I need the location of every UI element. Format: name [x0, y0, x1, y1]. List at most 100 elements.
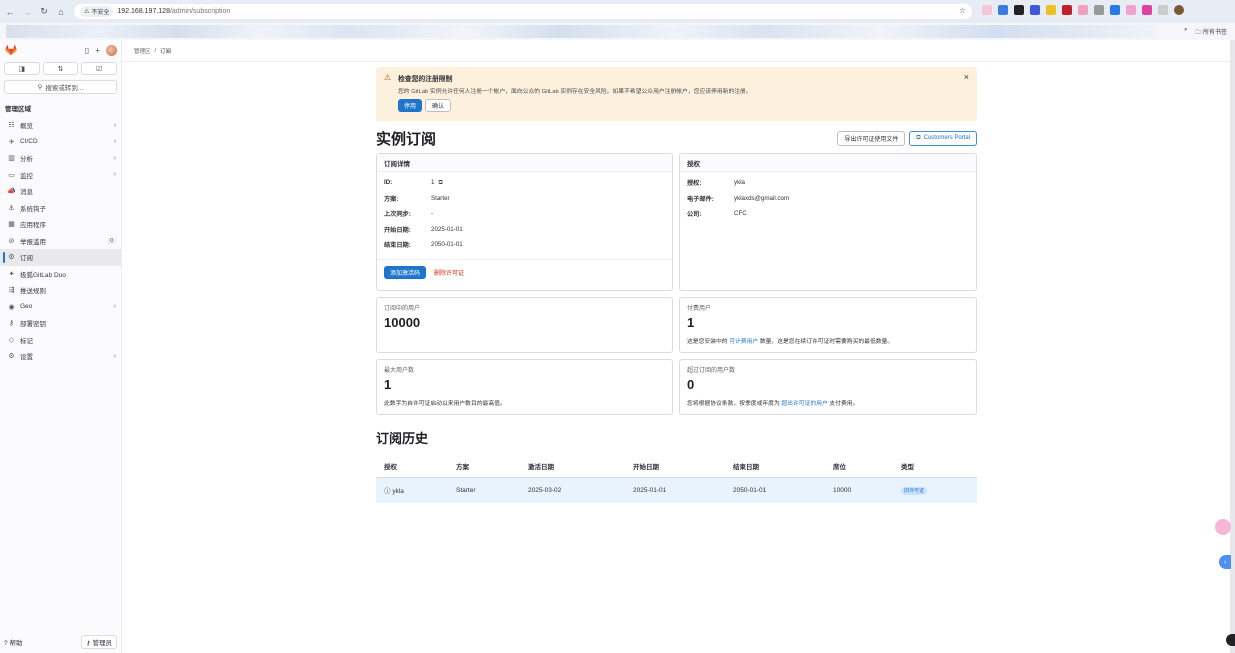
- help-button[interactable]: ? 帮助: [4, 637, 22, 647]
- create-new-icon[interactable]: +: [95, 46, 100, 55]
- sidebar-item[interactable]: ⚙ 订阅: [0, 249, 121, 266]
- extension-icon[interactable]: [982, 5, 992, 15]
- sidebar-item[interactable]: ⚓ 系统钩子: [0, 200, 121, 217]
- registration-alert: ⚠ 检查您的注册限制 您的 GitLab 实例允许任何人注册一个帐户，面向公众的…: [376, 67, 977, 121]
- home-icon[interactable]: ⌂: [54, 5, 68, 19]
- extension-icon[interactable]: [1078, 5, 1088, 15]
- sidebar-item-label: 标记: [20, 337, 33, 345]
- sidebar-item[interactable]: ▦ 应用程序: [0, 216, 121, 233]
- sidebar-item[interactable]: ⚙ 设置 ›: [0, 348, 121, 365]
- extension-icon[interactable]: [1094, 5, 1104, 15]
- floating-translate-icon[interactable]: [1215, 519, 1231, 535]
- forward-icon[interactable]: →: [20, 5, 34, 19]
- bookmark-star-icon[interactable]: ☆: [959, 6, 966, 15]
- abuse-icon: ⊘: [8, 237, 15, 245]
- sidebar-section-title: 管理区域: [5, 106, 31, 113]
- issues-button[interactable]: ◨: [4, 62, 40, 75]
- sidebar-item[interactable]: ⊘ 举报滥用 0: [0, 233, 121, 250]
- admin-button[interactable]: ⚷ 管理员: [80, 635, 117, 649]
- remove-license-button[interactable]: 删除许可证: [434, 268, 464, 277]
- detail-key: 公司:: [687, 211, 702, 219]
- browser-toolbar: ← → ↻ ⌂ ⚠ 不安全 192.168.197.128/admin/subsc…: [0, 0, 1235, 23]
- collapse-sidebar-icon[interactable]: ▯: [85, 46, 89, 55]
- sidebar-item-label: 极狐GitLab Duo: [20, 271, 66, 279]
- bookmarks-bar: » 🗀 所有书签: [0, 23, 1235, 40]
- detail-key: 方案:: [384, 195, 399, 203]
- customers-portal-button[interactable]: ⧉ Customers Portal: [909, 130, 977, 146]
- history-title: 订阅历史: [376, 431, 429, 446]
- duo-icon: ✦: [8, 270, 15, 278]
- back-icon[interactable]: ←: [3, 5, 17, 19]
- floating-collapse-icon[interactable]: ‹: [1219, 555, 1231, 569]
- extension-icon[interactable]: [1030, 5, 1040, 15]
- search-button[interactable]: ⚲ 搜索或转到...: [4, 80, 117, 94]
- sidebar-item-label: 应用程序: [20, 222, 46, 230]
- sidebar-item[interactable]: ◉ Geo ›: [0, 299, 121, 316]
- card-header: 订阅详情: [377, 154, 672, 172]
- export-license-button[interactable]: 导出许可证使用文件: [837, 130, 906, 146]
- sidebar-item[interactable]: 📣 消息: [0, 183, 121, 200]
- settings-icon: ⚙: [8, 353, 15, 361]
- extension-icon[interactable]: [1110, 5, 1120, 15]
- sidebar-item-label: 举报滥用: [20, 238, 46, 246]
- breadcrumb-current[interactable]: 订阅: [160, 47, 171, 55]
- sidebar-item[interactable]: ⚷ 部署密钥: [0, 315, 121, 332]
- sidebar-item-label: 设置: [20, 354, 33, 362]
- reload-icon[interactable]: ↻: [37, 5, 51, 19]
- profile-avatar-icon[interactable]: [1174, 5, 1184, 15]
- extension-icon[interactable]: [1126, 5, 1136, 15]
- info-icon[interactable]: ⓘ: [384, 488, 391, 495]
- sidebar-item[interactable]: ✈ CI/CD ›: [0, 134, 121, 151]
- page-title: 实例订阅: [376, 130, 437, 148]
- extension-icon[interactable]: [1046, 5, 1056, 15]
- users-over-license-link[interactable]: 超出许可证的用户: [781, 401, 827, 407]
- extension-icon[interactable]: [1062, 5, 1072, 15]
- alert-title: 检查您的注册限制: [398, 76, 453, 83]
- address-bar[interactable]: ⚠ 不安全 192.168.197.128/admin/subscription …: [74, 4, 972, 19]
- billable-users-stat: 付费用户 1 这是您安装中的 可计费用户 数量，这是您在续订许可证时需要购买的最…: [679, 297, 977, 353]
- detail-row: 电子邮件: yklaxds@gmail.com: [680, 191, 976, 207]
- stat-value: 10000: [384, 315, 421, 330]
- detail-value: Starter: [431, 194, 450, 202]
- detail-value: -: [431, 210, 434, 218]
- acknowledge-button[interactable]: 确认: [425, 99, 452, 112]
- merge-requests-button[interactable]: ⇅: [42, 62, 79, 75]
- sidebar-item[interactable]: ▭ 监控 ›: [0, 167, 121, 184]
- extension-icon[interactable]: [1014, 5, 1024, 15]
- bookmarks-overflow-icon[interactable]: »: [1184, 27, 1187, 38]
- sidebar-item-label: 部署密钥: [20, 321, 46, 329]
- all-bookmarks-folder[interactable]: 🗀 所有书签: [1195, 27, 1227, 38]
- external-link-icon: ⧉: [916, 134, 921, 141]
- chevron-right-icon: ›: [113, 352, 116, 360]
- sidebar-item[interactable]: ◇ 标记: [0, 332, 121, 349]
- sidebar-item-label: 消息: [20, 189, 33, 197]
- extension-icon[interactable]: [998, 5, 1008, 15]
- geo-icon: ◉: [8, 303, 15, 311]
- gitlab-logo-icon[interactable]: [4, 44, 18, 56]
- chevron-right-icon: ›: [113, 171, 116, 179]
- sidebar-item-label: 概览: [20, 123, 33, 131]
- sidebar-item[interactable]: ▥ 分析 ›: [0, 150, 121, 167]
- close-icon[interactable]: ×: [964, 72, 969, 82]
- todos-button[interactable]: ☑: [81, 62, 118, 75]
- breadcrumb-parent[interactable]: 管理区: [134, 47, 151, 55]
- extensions-puzzle-icon[interactable]: [1158, 5, 1168, 15]
- floating-widget-icon[interactable]: [1226, 634, 1235, 646]
- detail-row: 结束日期: 2050-01-01: [377, 237, 672, 253]
- sidebar-item[interactable]: ☷ 概览 ›: [0, 117, 121, 134]
- bullhorn-icon: 📣: [7, 188, 16, 196]
- insecure-badge[interactable]: ⚠ 不安全: [80, 6, 114, 17]
- sidebar-item-label: 推送规则: [20, 288, 46, 296]
- billable-users-link[interactable]: 可计费用户: [729, 339, 758, 345]
- todo-icon: ☑: [96, 65, 103, 73]
- col-type: 类型: [893, 455, 977, 478]
- sidebar-item[interactable]: ✦ 极狐GitLab Duo: [0, 266, 121, 283]
- stat-value: 1: [687, 315, 695, 330]
- extension-icon[interactable]: [1142, 5, 1152, 15]
- add-activation-code-button[interactable]: 添加激活码: [384, 265, 427, 279]
- sidebar-item[interactable]: ⇶ 推送规则: [0, 282, 121, 299]
- copy-icon[interactable]: ⧉: [438, 179, 442, 187]
- avatar[interactable]: [106, 44, 117, 56]
- deactivate-button[interactable]: 停用: [398, 99, 423, 112]
- sidebar: ▯ + ◨ ⇅ ☑ ⚲ 搜索或转到... 管理区域 ☷ 概览 › ✈ CI/CD › ▥ 分析…: [0, 40, 122, 653]
